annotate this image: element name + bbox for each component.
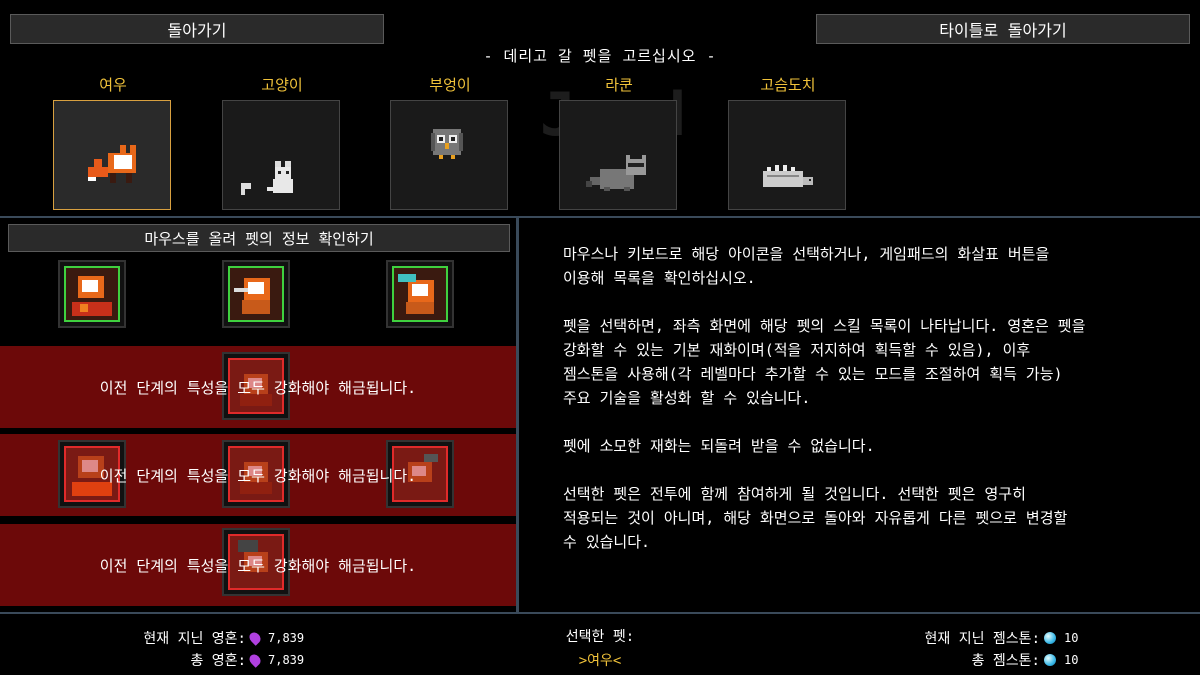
pet-portrait-box[interactable] bbox=[390, 100, 508, 210]
owl-icon bbox=[431, 129, 463, 159]
pet-option-hedgehog[interactable]: 고슴도치 bbox=[728, 74, 848, 210]
skill-slot-unlocked[interactable] bbox=[386, 260, 454, 328]
total-gems-label: 총 젬스톤: bbox=[971, 653, 1040, 669]
description-paragraph: 펫에 소모한 재화는 되돌려 받을 수 없습니다. bbox=[563, 437, 875, 455]
pet-name: 부엉이 bbox=[429, 76, 471, 94]
current-souls-label: 현재 지닌 영혼: bbox=[143, 631, 246, 647]
pet-option-owl[interactable]: 부엉이 bbox=[390, 74, 510, 210]
fox-icon bbox=[88, 145, 136, 183]
pet-name: 라쿤 bbox=[605, 76, 633, 94]
pet-portrait-box[interactable] bbox=[222, 100, 340, 210]
hedgehog-icon bbox=[763, 165, 813, 187]
cat-icon bbox=[241, 161, 293, 195]
gemstone-icon bbox=[1044, 632, 1056, 644]
back-button[interactable]: 돌아가기 bbox=[10, 14, 384, 44]
total-souls-row: 총 영혼: 7,839 bbox=[100, 650, 304, 670]
locked-message: 이전 단계의 특성을 모두 강화해야 해금됩니다. bbox=[99, 466, 417, 485]
pet-name: 고양이 bbox=[261, 76, 303, 94]
selected-pet-label: 선택한 펫: bbox=[565, 629, 635, 645]
pet-option-cat[interactable]: 고양이 bbox=[222, 74, 342, 210]
locked-tier: 이전 단계의 특성을 모두 강화해야 해금됩니다. bbox=[0, 434, 516, 516]
current-gems-label: 현재 지닌 젬스톤: bbox=[924, 631, 1040, 647]
pet-portrait-box[interactable] bbox=[559, 100, 677, 210]
gemstone-icon bbox=[1044, 654, 1056, 666]
pet-option-fox[interactable]: 여우 bbox=[53, 74, 173, 210]
locked-message: 이전 단계의 특성을 모두 강화해야 해금됩니다. bbox=[99, 556, 417, 575]
pet-name: 여우 bbox=[99, 76, 127, 94]
fox-skill-1-icon bbox=[64, 266, 120, 322]
current-souls-row: 현재 지닌 영혼: 7,839 bbox=[100, 628, 304, 648]
pet-name: 고슴도치 bbox=[760, 76, 816, 94]
selected-pet-value: >여우< bbox=[578, 653, 622, 669]
skill-slot-unlocked[interactable] bbox=[58, 260, 126, 328]
total-souls-label: 총 영혼: bbox=[190, 653, 247, 669]
footer-status-bar: 현재 지닌 영혼: 7,839 총 영혼: 7,839 선택한 펫: >여우< … bbox=[0, 612, 1200, 675]
description-paragraph: 펫을 선택하면, 좌측 화면에 해당 펫의 스킬 목록이 나타납니다. 영혼은 … bbox=[563, 317, 1086, 407]
locked-message: 이전 단계의 특성을 모두 강화해야 해금됩니다. bbox=[99, 378, 417, 397]
locked-tier: 이전 단계의 특성을 모두 강화해야 해금됩니다. bbox=[0, 524, 516, 606]
total-gems-value: 10 bbox=[1064, 653, 1079, 667]
pet-option-raccoon[interactable]: 라쿤 bbox=[559, 74, 679, 210]
raccoon-icon bbox=[586, 155, 646, 191]
hover-info-bar: 마우스를 올려 펫의 정보 확인하기 bbox=[8, 224, 510, 252]
description-paragraph: 선택한 펫은 전투에 함께 참여하게 될 것입니다. 선택한 펫은 영구히 적용… bbox=[563, 485, 1068, 551]
soul-icon bbox=[247, 652, 263, 668]
description-paragraph: 마우스나 키보드로 해당 아이콘을 선택하거나, 게임패드의 화살표 버튼을 이… bbox=[563, 245, 1050, 287]
page-subtitle: - 데리고 갈 펫을 고르십시오 - bbox=[483, 47, 717, 65]
description-panel: 마우스나 키보드로 해당 아이콘을 선택하거나, 게임패드의 화살표 버튼을 이… bbox=[519, 218, 1200, 612]
description-text: 마우스나 키보드로 해당 아이콘을 선택하거나, 게임패드의 화살표 버튼을 이… bbox=[563, 242, 1193, 578]
fox-skill-2-icon bbox=[228, 266, 284, 322]
skill-slot-unlocked[interactable] bbox=[222, 260, 290, 328]
soul-icon bbox=[247, 630, 263, 646]
fox-skill-3-icon bbox=[392, 266, 448, 322]
locked-tier: 이전 단계의 특성을 모두 강화해야 해금됩니다. bbox=[0, 346, 516, 428]
current-gems-value: 10 bbox=[1064, 631, 1079, 645]
pet-portrait-box[interactable] bbox=[53, 100, 171, 210]
pet-portrait-box[interactable] bbox=[728, 100, 846, 210]
return-to-title-button[interactable]: 타이틀로 돌아가기 bbox=[816, 14, 1190, 44]
total-souls-value: 7,839 bbox=[268, 653, 305, 667]
current-gems-row: 현재 지닌 젬스톤: 10 bbox=[860, 628, 1079, 648]
skill-tree-panel: 마우스를 올려 펫의 정보 확인하기 이전 단계의 특성을 모두 강화해야 해금… bbox=[0, 218, 516, 612]
total-gems-row: 총 젬스톤: 10 bbox=[860, 650, 1079, 670]
current-souls-value: 7,839 bbox=[268, 631, 305, 645]
